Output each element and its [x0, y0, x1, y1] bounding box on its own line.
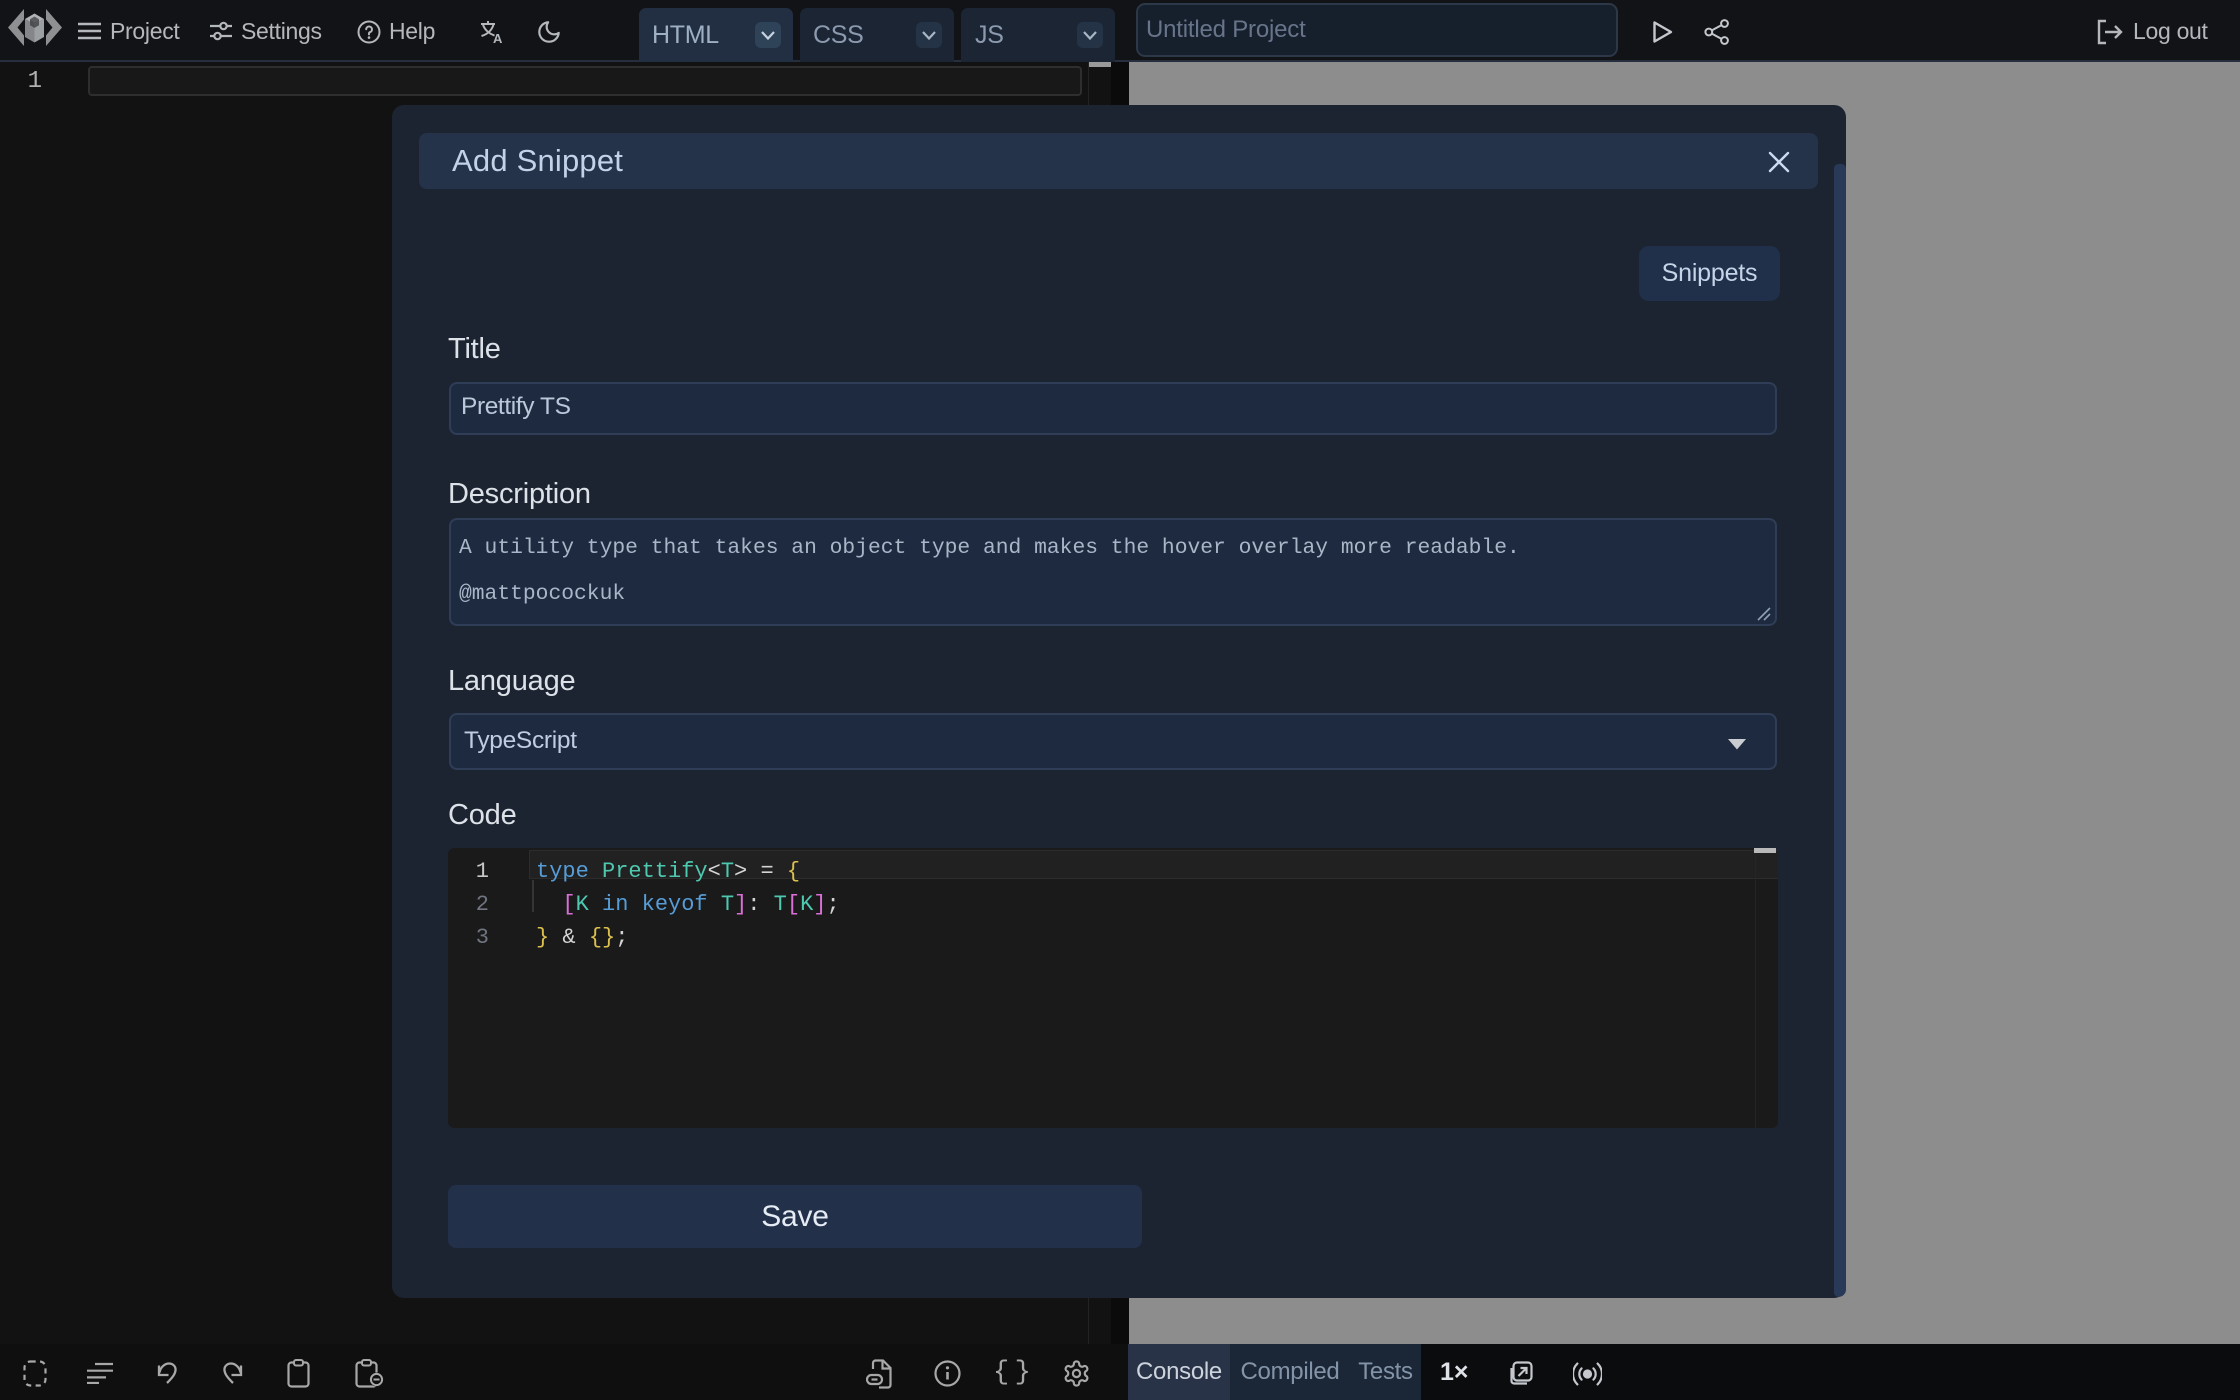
svg-text:A: A: [493, 31, 503, 44]
